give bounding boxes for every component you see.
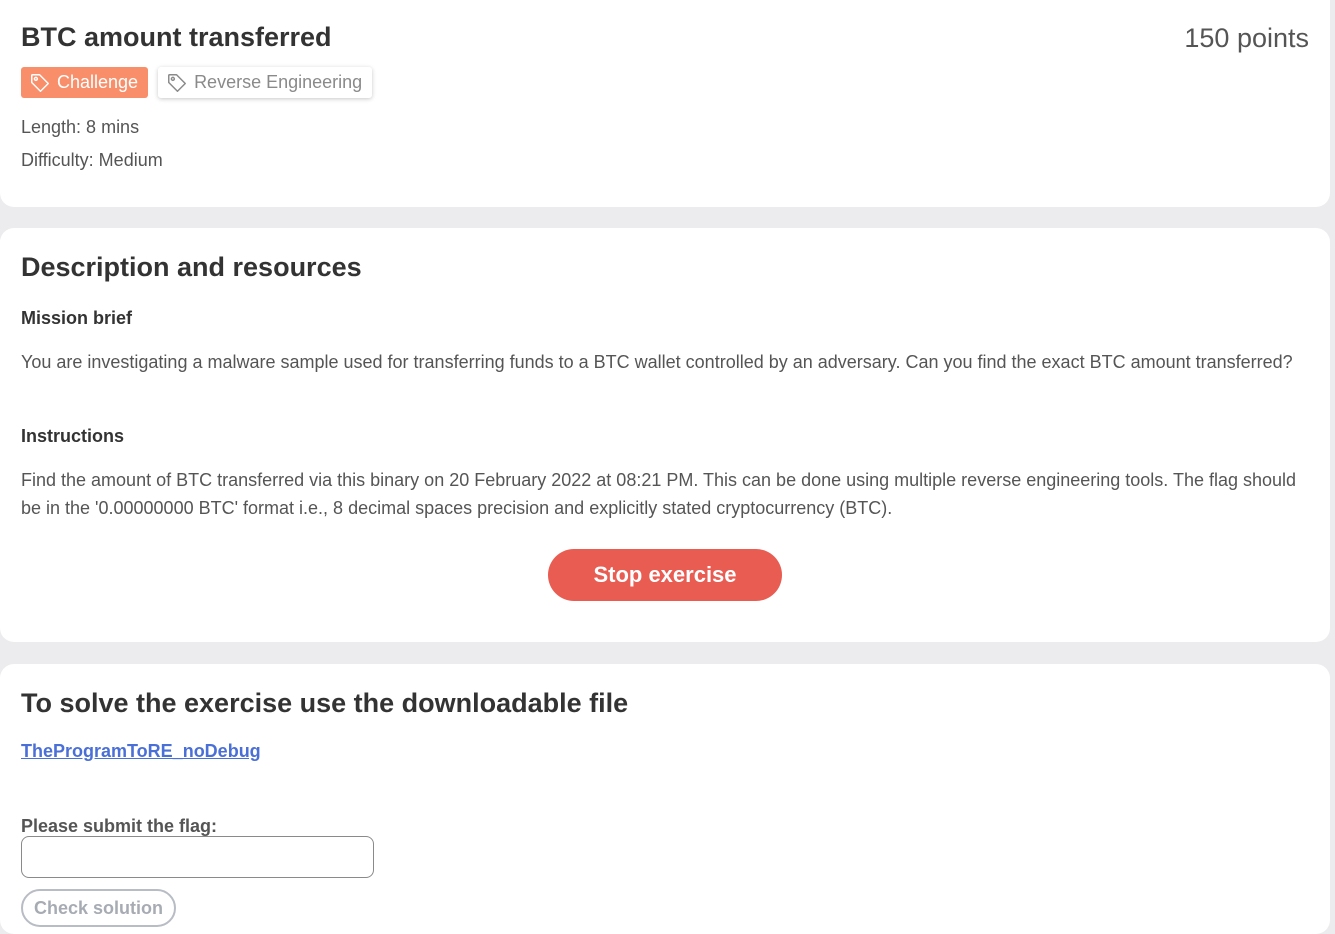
length-info: Length: 8 mins [21, 117, 140, 137]
instructions-text: Find the amount of BTC transferred via t… [21, 470, 1297, 518]
mission-brief-text: You are investigating a malware sample u… [21, 352, 1293, 372]
section-title-description: Description and resources [21, 252, 362, 282]
challenge-title: BTC amount transferred [21, 22, 332, 52]
challenge-header-card: BTC amount transferred 150 points Challe… [0, 0, 1330, 207]
difficulty-info: Difficulty: Medium [21, 150, 163, 170]
mission-brief-heading: Mission brief [21, 308, 133, 328]
stop-exercise-button[interactable]: Stop exercise [548, 549, 782, 601]
tag-label: Reverse Engineering [194, 72, 363, 92]
flag-input[interactable] [21, 836, 374, 878]
points-value: 150 points [1184, 23, 1309, 53]
section-title-solve: To solve the exercise use the downloadab… [21, 688, 629, 718]
tag-label: Challenge [57, 72, 139, 92]
check-solution-button[interactable]: Check solution [21, 889, 176, 927]
tag-icon [31, 73, 49, 92]
solve-card: To solve the exercise use the downloadab… [0, 664, 1330, 934]
download-file-link[interactable]: TheProgramToRE_noDebug [21, 741, 261, 762]
description-card: Description and resources Mission brief … [0, 228, 1330, 642]
flag-label: Please submit the flag: [21, 816, 218, 836]
tag-reverse-engineering: Reverse Engineering [158, 67, 373, 98]
instructions-heading: Instructions [21, 426, 125, 446]
tag-list: Challenge Reverse Engineering [21, 67, 373, 98]
tag-icon [168, 73, 187, 92]
tag-challenge: Challenge [21, 67, 149, 98]
